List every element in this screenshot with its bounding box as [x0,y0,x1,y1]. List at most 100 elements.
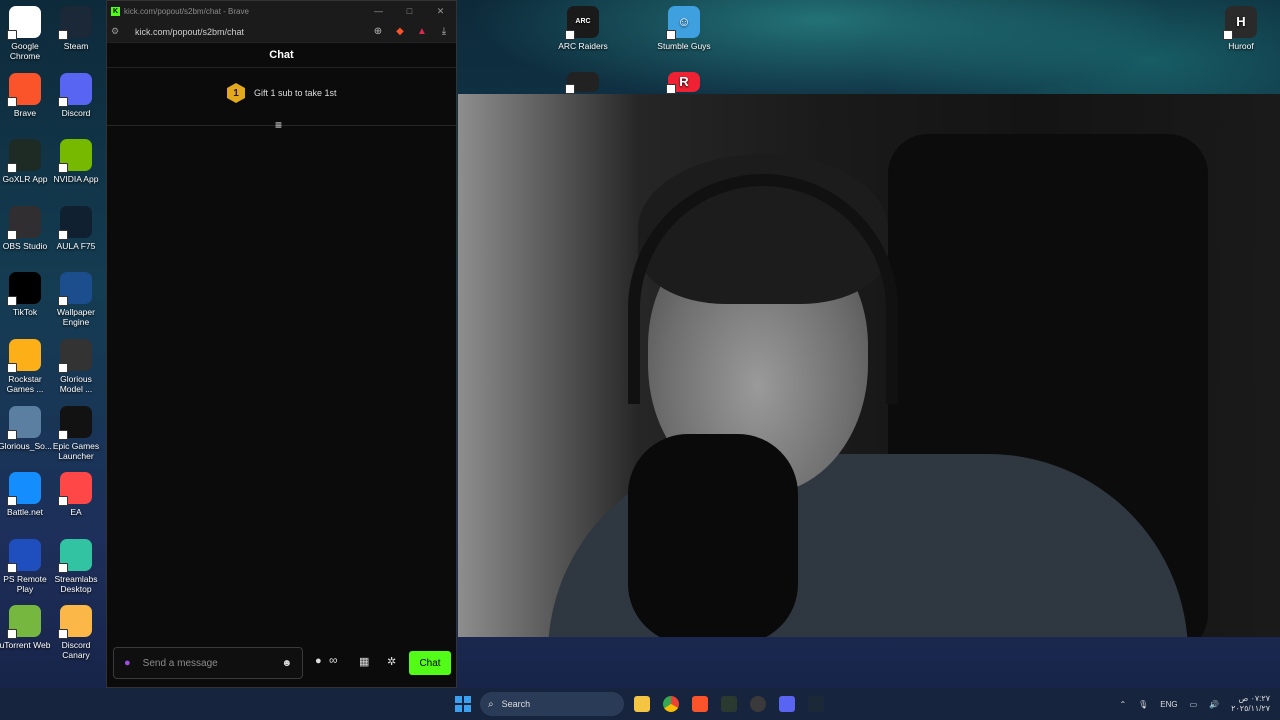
desktop-icon-partial-2[interactable]: R [659,72,709,95]
title-bar[interactable]: K kick.com/popout/s2bm/chat - Brave — □ … [107,1,456,21]
chat-input[interactable]: ● Send a message ☻ [113,647,303,679]
system-tray: ⌃ 🎙 ENG ▭ 🔊 ٠٧:٢٧ ص ٢٠٢٥/١١/٢٧ [1119,688,1270,720]
volume-icon[interactable]: 🔊 [1209,700,1219,709]
desktop-icon-streamlabs[interactable]: Streamlabs Desktop [51,538,101,594]
desktop-icon-aula[interactable]: AULA F75 [51,205,101,251]
search-icon: ⌕ [488,698,494,710]
desktop-icon-label: Streamlabs Desktop [54,573,98,594]
file-explorer-icon[interactable] [634,696,650,712]
desktop-icon-steam[interactable]: Steam [51,6,101,51]
chevron-up-icon[interactable]: ⌃ [1119,700,1126,709]
microphone-icon[interactable]: ● [124,657,131,669]
desktop-icon-label: Discord [61,107,91,118]
expand-pinned-icon[interactable]: ≡ [275,118,282,132]
desktop-icon-wallpaper-engine[interactable]: Wallpaper Engine [51,272,101,327]
download-icon[interactable]: ⤓ [436,24,452,40]
goxlr-icon [7,139,41,174]
site-settings-icon[interactable]: ⚙ [111,26,125,37]
emoji-icon[interactable]: ☻ [281,658,292,669]
rockstar-icon [7,339,41,373]
microphone-tray-icon[interactable]: 🎙 [1138,700,1148,709]
discord-taskbar-icon[interactable] [779,696,795,712]
zoom-icon[interactable]: ⊕ [370,24,386,40]
desktop-icon-obs[interactable]: OBS Studio [0,205,50,251]
store-icon[interactable]: ▦ [359,655,369,668]
desktop-icon-chrome[interactable]: Google Chrome [0,6,50,61]
language-indicator[interactable]: ENG [1160,700,1177,709]
arc-raiders-icon: ARC [565,6,599,40]
desktop-icon-label: AULA F75 [56,240,96,251]
network-icon[interactable]: ▭ [1190,700,1198,709]
utorrent-icon [7,605,41,640]
start-button[interactable] [455,696,471,712]
aula-icon [58,205,92,240]
minimize-icon[interactable]: — [363,6,394,17]
desktop-icon-arc-raiders[interactable]: ARC ARC Raiders [558,6,608,51]
desktop-icon-ea[interactable]: EA [51,472,101,517]
chrome-icon [7,6,41,40]
desktop-icon-nvidia[interactable]: NVIDIA App [51,139,101,184]
close-icon[interactable]: ✕ [425,6,456,17]
address-bar: ⚙ kick.com/popout/s2bm/chat ⊕ ◆ ▲ ⤓ [107,21,456,43]
game-icon [565,72,599,94]
obs-taskbar-icon[interactable] [750,696,766,712]
desktop-icon-label: ARC Raiders [558,41,608,51]
goxlr-taskbar-icon[interactable] [721,696,737,712]
points-infinity: ∞ [329,653,338,667]
desktop-icon-rockstar[interactable]: Rockstar Games ... [0,339,50,394]
desktop-icon-label: OBS Studio [2,240,48,251]
wallpaper-engine-icon [58,272,92,307]
huroof-icon: H [1223,6,1257,40]
desktop-icon-label: uTorrent Web [0,640,51,651]
ea-icon [58,472,92,507]
desktop-icon-label: TikTok [12,307,38,318]
desktop-icon-glorious-software[interactable]: Glorious_So... [0,405,52,451]
settings-icon[interactable]: ✲ [387,655,396,668]
maximize-icon[interactable]: □ [394,6,425,17]
discord-icon [58,72,92,107]
desktop-icon-tiktok[interactable]: TikTok [0,272,50,317]
desktop-icon-goxlr[interactable]: GoXLR App [0,139,50,184]
desktop-icon-stumble-guys[interactable]: ☺ Stumble Guys [657,6,711,51]
desktop-icon-discord[interactable]: Discord [51,72,101,118]
desktop-icon-label: Steam [63,41,89,51]
desktop-icon-label: Glorious_So... [0,440,52,451]
desktop-icon-epic-games[interactable]: Epic Games Launcher [51,405,101,461]
desktop-icon-huroof[interactable]: H Huroof [1216,6,1266,51]
kick-favicon-icon: K [111,6,120,16]
browser-window: K kick.com/popout/s2bm/chat - Brave — □ … [106,0,457,688]
desktop-icon-discord-canary[interactable]: Discord Canary [51,605,101,660]
desktop-icon-label: Stumble Guys [657,41,711,51]
desktop-icon-ps-remote-play[interactable]: PS Remote Play [0,538,50,594]
stumble-guys-icon: ☺ [666,6,700,40]
epic-games-icon [58,405,92,440]
desktop-icon-label: Discord Canary [61,640,91,661]
battlenet-icon [7,472,41,507]
taskbar-search[interactable]: ⌕ Search [480,692,624,716]
desktop-icon-brave[interactable]: Brave [0,72,50,118]
desktop-icon-label: Huroof [1228,41,1254,51]
desktop-icon-battlenet[interactable]: Battle.net [0,472,50,517]
webcam-feed [458,94,1280,637]
desktop-icon-label: EA [70,507,82,518]
desktop-icon-glorious-mouse[interactable]: Glorious Model ... [51,339,101,394]
steam-taskbar-icon[interactable] [808,696,824,712]
send-chat-button[interactable]: Chat [409,651,451,675]
brave-shields-icon[interactable]: ◆ [392,24,408,40]
desktop-icon-partial-1[interactable] [558,72,608,95]
chat-header: Chat [107,43,456,68]
url-text[interactable]: kick.com/popout/s2bm/chat [135,27,364,37]
brave-rewards-icon[interactable]: ▲ [414,24,430,40]
chrome-taskbar-icon[interactable] [663,696,679,712]
gift-leaderboard-banner[interactable]: 1 Gift 1 sub to take 1st [227,83,337,103]
ps-remote-play-icon [7,538,41,573]
desktop-icon-utorrent[interactable]: uTorrent Web [0,605,50,650]
brave-taskbar-icon[interactable] [692,696,708,712]
points-icon[interactable]: ● [315,655,322,667]
search-label: Search [501,699,531,709]
glorious-mouse-icon [58,339,92,373]
window-title: kick.com/popout/s2bm/chat - Brave [124,6,249,16]
clock[interactable]: ٠٧:٢٧ ص ٢٠٢٥/١١/٢٧ [1231,694,1270,714]
gift-text: Gift 1 sub to take 1st [254,88,337,98]
desktop-icon-label: Battle.net [7,507,43,518]
